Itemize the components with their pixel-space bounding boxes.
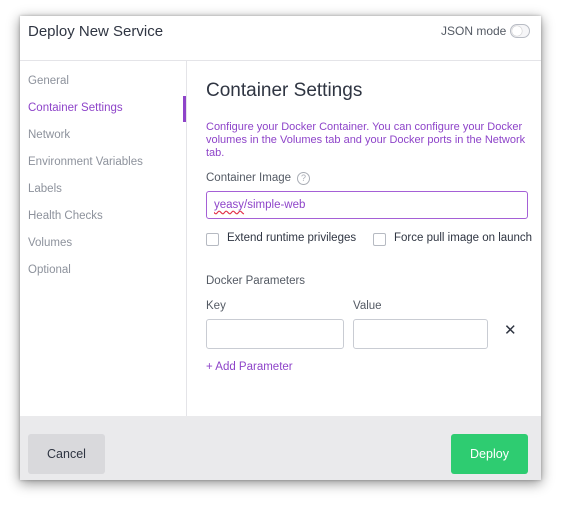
force-pull-label: Force pull image on launch [394,232,533,244]
sidebar-item-optional[interactable]: Optional [28,264,71,276]
extend-runtime-checkbox[interactable] [206,233,219,246]
key-column-label: Key [206,300,226,312]
extend-runtime-label: Extend runtime privileges [227,232,357,244]
sidebar-item-health-checks[interactable]: Health Checks [28,210,103,222]
section-description: Configure your Docker Container. You can… [206,121,526,159]
modal-footer: Cancel Deploy [20,416,541,480]
deploy-button[interactable]: Deploy [451,434,528,474]
force-pull-checkbox[interactable] [373,233,386,246]
sidebar-item-environment-variables[interactable]: Environment Variables [28,156,143,168]
docker-parameters-heading: Docker Parameters [206,275,306,287]
close-icon[interactable]: ✕ [504,323,517,338]
modal-header: Deploy New Service JSON mode [20,16,541,61]
toggle-knob [512,26,522,36]
sidebar-item-container-settings[interactable]: Container Settings [28,102,123,114]
container-image-label: Container Image [206,172,292,184]
modal-title: Deploy New Service [28,23,164,40]
active-indicator [183,96,186,122]
add-parameter-link[interactable]: + Add Parameter [206,361,293,373]
sidebar-item-network[interactable]: Network [28,129,70,141]
sidebar-item-volumes[interactable]: Volumes [28,237,72,249]
question-circle-icon[interactable]: ? [297,172,310,185]
sidebar-item-labels[interactable]: Labels [28,183,62,195]
json-mode-label: JSON mode [441,24,507,38]
sidebar-item-general[interactable]: General [28,75,69,87]
container-image-input[interactable]: yeasy/simple-web [206,191,528,219]
image-name-text: /simple-web [244,199,306,211]
cancel-button[interactable]: Cancel [28,434,105,474]
value-column-label: Value [353,300,382,312]
image-namespace-text: yeasy [214,199,245,211]
deploy-service-modal: Deploy New Service JSON mode General Con… [20,16,541,480]
parameter-value-input[interactable] [353,319,488,349]
sidebar: General Container Settings Network Envir… [20,61,187,416]
json-mode-toggle[interactable] [510,24,530,38]
section-title: Container Settings [206,80,363,101]
parameter-key-input[interactable] [206,319,344,349]
